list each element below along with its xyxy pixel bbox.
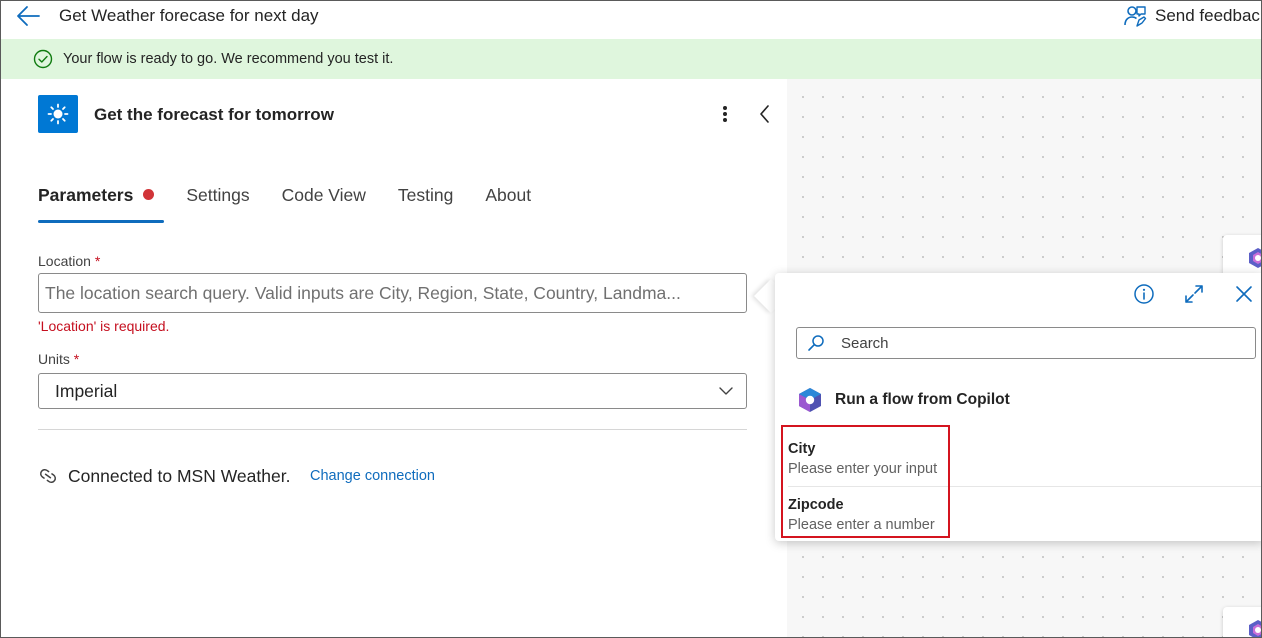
ready-banner: Your flow is ready to go. We recommend y…	[1, 39, 1261, 79]
action-title: Get the forecast for tomorrow	[94, 105, 334, 124]
tab-code-view[interactable]: Code View	[282, 185, 366, 225]
canvas-node-card[interactable]	[1223, 607, 1261, 637]
tab-parameters[interactable]: Parameters	[38, 185, 165, 225]
location-label: Location *	[38, 253, 100, 269]
divider	[38, 429, 747, 430]
app-window: Get Weather forecase for next day Send f…	[0, 0, 1262, 638]
back-arrow-icon[interactable]	[15, 5, 41, 27]
collapse-chevron-icon[interactable]	[757, 103, 773, 125]
error-dot-icon	[143, 189, 155, 200]
chevron-down-icon	[719, 387, 733, 395]
more-dot	[723, 106, 727, 110]
send-feedback-label: Send feedbac	[1155, 6, 1260, 25]
connection-status: Connected to MSN Weather.	[68, 466, 291, 486]
tab-label: Settings	[186, 185, 250, 205]
copilot-icon	[1249, 248, 1261, 268]
send-feedback-button[interactable]: Send feedbac	[1123, 4, 1260, 28]
units-label: Units *	[38, 351, 79, 367]
location-input[interactable]: The location search query. Valid inputs …	[38, 273, 747, 313]
more-options-button[interactable]	[715, 103, 735, 125]
required-asterisk: *	[73, 351, 80, 367]
highlight-box	[781, 425, 950, 538]
info-icon[interactable]	[1133, 283, 1155, 305]
content-source-header[interactable]: Run a flow from Copilot	[797, 387, 1010, 413]
location-error-message: 'Location' is required.	[38, 318, 170, 334]
tab-label: Parameters	[38, 185, 134, 205]
search-placeholder: Search	[841, 334, 889, 352]
sun-icon	[47, 103, 69, 125]
dynamic-content-search[interactable]: Search	[796, 327, 1256, 359]
banner-message: Your flow is ready to go. We recommend y…	[63, 51, 394, 67]
content-source-title: Run a flow from Copilot	[835, 391, 1010, 408]
checkmark-circle-icon	[33, 49, 53, 69]
tab-label: About	[485, 185, 532, 205]
tab-label: Code View	[281, 185, 366, 205]
location-label-text: Location	[38, 253, 91, 269]
more-dot	[723, 118, 727, 122]
units-dropdown[interactable]: Imperial	[38, 373, 747, 409]
search-icon	[808, 335, 824, 351]
action-details-panel: Get the forecast for tomorrow Parameters…	[1, 79, 787, 637]
tab-label: Testing	[397, 185, 454, 205]
tab-testing[interactable]: Testing	[398, 185, 453, 225]
copilot-icon	[1249, 620, 1261, 637]
units-label-text: Units	[38, 351, 70, 367]
units-selected-value: Imperial	[55, 380, 118, 401]
close-icon[interactable]	[1233, 283, 1255, 305]
expand-icon[interactable]	[1183, 283, 1205, 305]
required-asterisk: *	[94, 253, 101, 269]
change-connection-link[interactable]: Change connection	[310, 468, 435, 484]
flow-title: Get Weather forecase for next day	[59, 6, 319, 25]
more-dot	[723, 112, 727, 116]
action-icon-tile	[38, 95, 78, 133]
top-bar: Get Weather forecase for next day Send f…	[1, 1, 1261, 39]
link-icon	[40, 469, 56, 483]
tab-about[interactable]: About	[485, 185, 531, 225]
tab-list: Parameters Settings Code View Testing Ab…	[38, 185, 563, 225]
copilot-icon	[799, 388, 821, 412]
tab-settings[interactable]: Settings	[186, 185, 249, 225]
feedback-icon	[1124, 6, 1147, 27]
